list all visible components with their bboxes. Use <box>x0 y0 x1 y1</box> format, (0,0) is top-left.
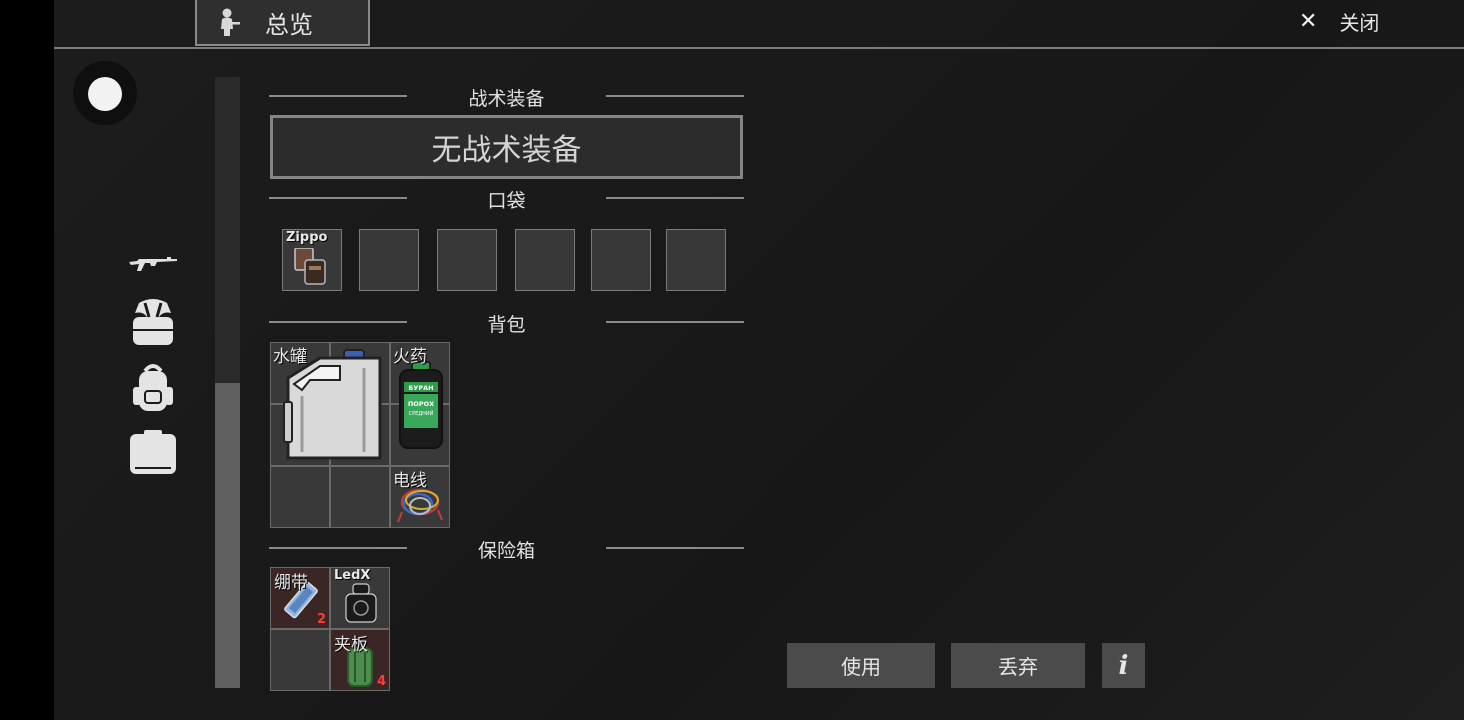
backpack-cell[interactable] <box>330 466 390 528</box>
top-divider <box>54 47 1464 49</box>
tactical-empty-text: 无战术装备 <box>431 133 582 168</box>
inventory-screen: 总览 ✕ 关闭 战术装备 无战术装备 口袋 Zippo 背包 水罐 БУРАН … <box>54 0 1464 720</box>
use-button[interactable]: 使用 <box>787 643 935 688</box>
section-title: 战术装备 <box>468 88 545 110</box>
tactical-slot[interactable]: 无战术装备 <box>270 115 743 179</box>
ledx-icon <box>345 583 377 623</box>
safe-cell[interactable] <box>270 629 330 691</box>
bottle-text: СРЕДНИЙ <box>409 410 434 417</box>
case-filter-button[interactable] <box>126 428 180 478</box>
pocket-slot-2[interactable] <box>359 229 419 291</box>
rifle-icon <box>129 257 177 271</box>
backpack-cell[interactable] <box>270 466 330 528</box>
tab-label: 总览 <box>265 10 313 39</box>
rig-filter-button[interactable] <box>126 298 180 348</box>
pocket-slot-4[interactable] <box>515 229 575 291</box>
item-label: LedX <box>334 568 371 583</box>
item-label: 火药 <box>393 347 427 367</box>
gunpowder-bottle-icon: БУРАН ПОРОХ СРЕДНИЙ <box>399 361 443 449</box>
weapon-filter-button[interactable] <box>126 238 180 288</box>
item-label: 绷带 <box>274 573 308 593</box>
safe-item-bandage[interactable]: 绷带 2 <box>270 567 330 629</box>
section-tactical: 战术装备 <box>269 84 744 110</box>
item-label: 夹板 <box>334 635 368 655</box>
secure-container-icon <box>130 430 176 474</box>
item-count: 2 <box>316 612 326 627</box>
section-backpack: 背包 <box>269 310 744 336</box>
pocket-slot-5[interactable] <box>591 229 651 291</box>
section-title: 保险箱 <box>477 540 535 562</box>
bottle-text: БУРАН <box>408 384 433 392</box>
close-label: 关闭 <box>1339 10 1380 35</box>
close-button[interactable]: ✕ 关闭 <box>1299 6 1379 36</box>
section-title: 口袋 <box>487 190 526 212</box>
pocket-slot-1[interactable]: Zippo <box>282 229 342 291</box>
info-button[interactable]: i <box>1102 643 1145 688</box>
use-label: 使用 <box>841 655 881 679</box>
scrollbar-thumb[interactable] <box>215 383 240 688</box>
status-dot-icon <box>88 77 122 111</box>
zippo-lighter-icon <box>294 248 326 285</box>
drop-label: 丢弃 <box>998 655 1038 679</box>
item-label: Zippo <box>286 230 328 245</box>
safe-item-ledx[interactable]: LedX <box>330 567 390 629</box>
pocket-slot-6[interactable] <box>666 229 726 291</box>
item-label: 水罐 <box>273 347 307 367</box>
close-icon: ✕ <box>1299 8 1318 34</box>
backpack-filter-button[interactable] <box>126 364 180 414</box>
drop-button[interactable]: 丢弃 <box>951 643 1085 688</box>
backpack-item-gunpowder[interactable]: БУРАН ПОРОХ СРЕДНИЙ 火药 <box>390 342 450 466</box>
section-title: 背包 <box>487 314 526 336</box>
bottle-text: ПОРОХ <box>408 400 434 408</box>
chest-rig-icon <box>133 299 173 345</box>
backpack-item-wires[interactable]: 电线 <box>390 466 450 528</box>
character-icon <box>221 8 240 36</box>
tab-overview[interactable]: 总览 <box>195 0 370 46</box>
backpack-icon <box>133 364 173 411</box>
item-count: 4 <box>376 674 386 689</box>
section-pockets: 口袋 <box>269 186 744 212</box>
section-safe: 保险箱 <box>269 536 744 562</box>
pocket-slot-3[interactable] <box>437 229 497 291</box>
info-icon: i <box>1118 650 1129 681</box>
item-label: 电线 <box>393 471 427 491</box>
safe-item-splint[interactable]: 夹板 4 <box>330 629 390 691</box>
backpack-item-water-can[interactable]: 水罐 <box>270 342 390 466</box>
